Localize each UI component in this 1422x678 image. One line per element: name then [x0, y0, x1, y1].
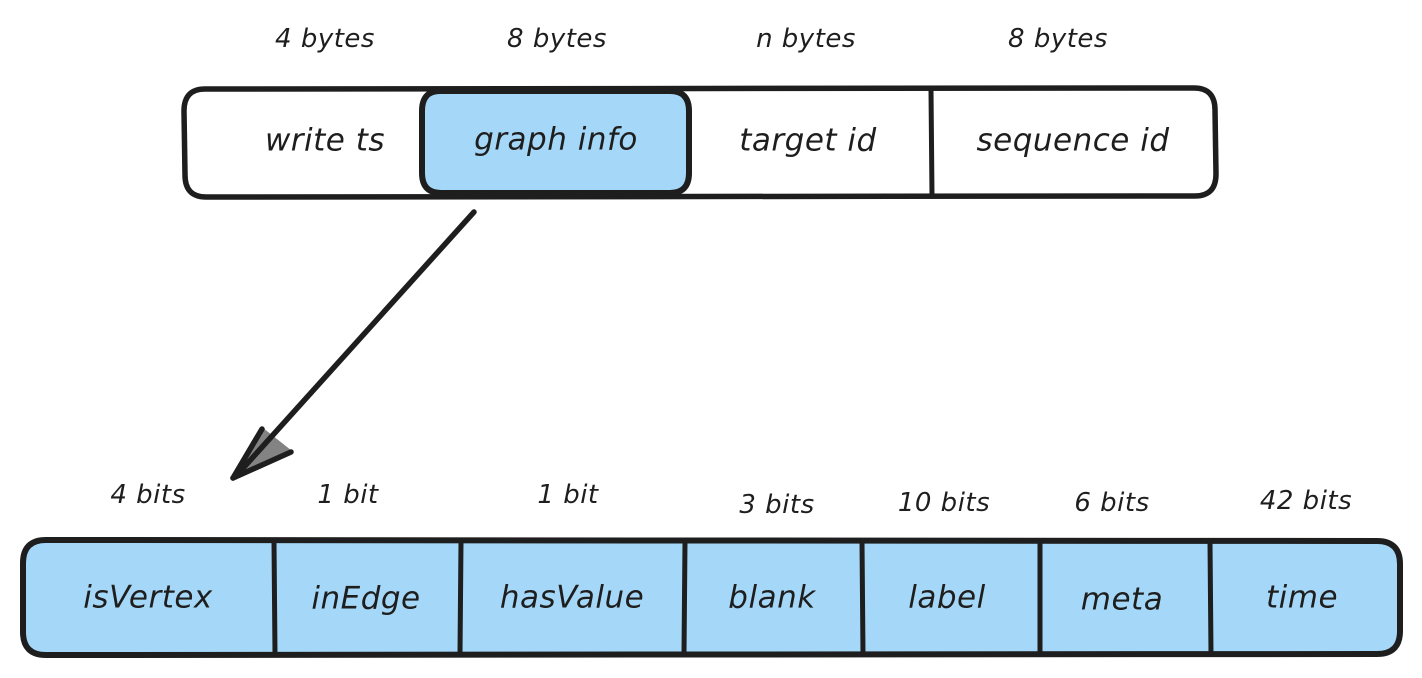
record-size-label-sequence-id: 8 bytes: [1008, 24, 1108, 54]
diagram-canvas: 4 bytes 8 bytes n bytes 8 bytes write ts…: [0, 0, 1422, 678]
bitfield-field-meta: meta: [1080, 581, 1164, 618]
record-divider-target-sequence: [928, 87, 935, 199]
expand-arrow: [230, 209, 477, 481]
record-field-sequence-id: sequence id: [976, 122, 1170, 159]
bitfield-divider-4: [859, 539, 866, 657]
graph-info-bitfield-bar: [20, 537, 1403, 658]
bitfield-size-label-isvertex: 4 bits: [110, 480, 186, 510]
bitfield-size-label-blank: 3 bits: [739, 490, 815, 520]
record-size-label-write-ts: 4 bytes: [275, 24, 375, 54]
bitfield-size-label-label: 10 bits: [897, 488, 991, 518]
bitfield-divider-6: [1207, 539, 1214, 657]
bitfield-field-hasvalue: hasValue: [499, 579, 645, 616]
bitfield-bar-outline: [20, 537, 1403, 658]
record-field-write-ts: write ts: [264, 122, 386, 159]
bitfield-size-label-time: 42 bits: [1259, 486, 1353, 516]
bitfield-divider-2: [457, 539, 464, 657]
bitfield-field-blank: blank: [728, 579, 816, 616]
bitfield-field-label: label: [908, 579, 986, 616]
bitfield-field-isvertex: isVertex: [83, 579, 213, 616]
bitfield-field-time: time: [1265, 579, 1339, 616]
record-field-target-id: target id: [739, 122, 877, 159]
bitfield-size-label-meta: 6 bits: [1074, 488, 1150, 518]
bitfield-divider-3: [681, 539, 688, 657]
record-size-label-graph-info: 8 bytes: [507, 24, 607, 54]
bitfield-field-inedge: inEdge: [311, 580, 421, 617]
arrow-head-tip: [231, 427, 293, 480]
record-field-graph-info: graph info: [474, 121, 638, 158]
bitfield-size-label-inedge: 1 bit: [317, 480, 379, 510]
bitfield-size-label-hasvalue: 1 bit: [537, 480, 599, 510]
record-size-label-target-id: n bytes: [756, 24, 856, 54]
bitfield-divider-1: [271, 539, 278, 657]
diagram-shapes: [20, 85, 1403, 658]
